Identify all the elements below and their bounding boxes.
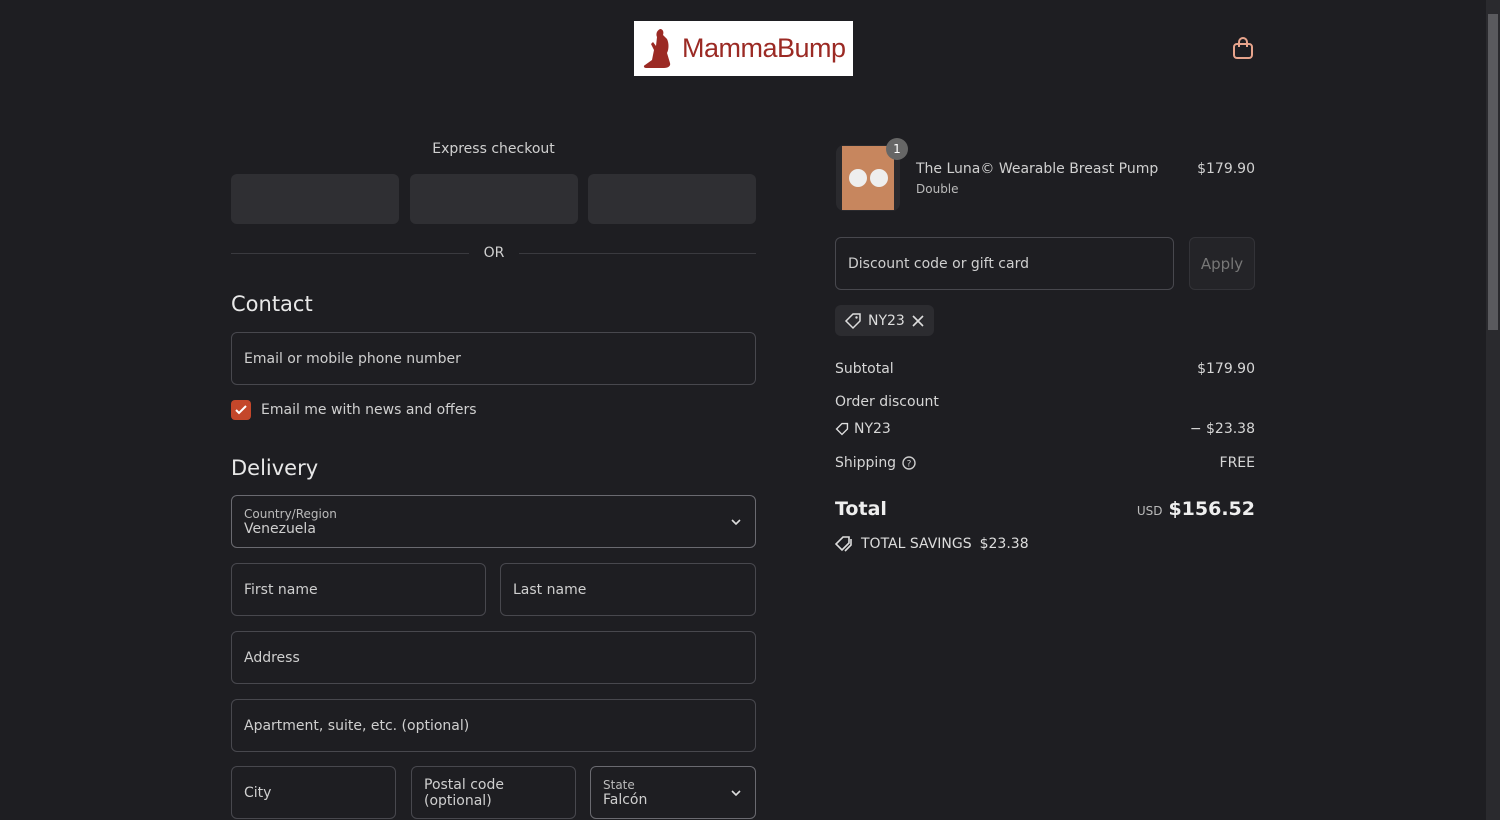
state-select[interactable]: State Falcón (590, 766, 756, 819)
product-image (842, 146, 894, 210)
order-discount-label: Order discount (835, 394, 939, 410)
order-discount-row: Order discount (835, 394, 1255, 410)
country-value: Venezuela (244, 520, 316, 537)
total-row: Total USD $156.52 (835, 498, 1255, 520)
country-label: Country/Region (244, 506, 337, 521)
svg-text:?: ? (907, 460, 912, 470)
express-checkout-title: Express checkout (432, 141, 555, 157)
country-select[interactable]: Country/Region Venezuela (231, 495, 756, 548)
scrollbar-thumb[interactable] (1488, 14, 1498, 330)
mother-silhouette-icon (643, 28, 671, 68)
logo-text: MammaBump (682, 33, 846, 63)
tags-icon (835, 536, 852, 552)
express-pay-button-3[interactable] (588, 174, 756, 224)
discount-row: NY23 − $23.38 (835, 421, 1255, 437)
or-separator: OR (483, 245, 505, 261)
quantity-badge: 1 (886, 138, 908, 160)
total-value: $156.52 (1168, 498, 1255, 520)
product-name: The Luna© Wearable Breast Pump (916, 161, 1159, 177)
newsletter-label: Email me with news and offers (261, 402, 477, 418)
state-value: Falcón (603, 791, 648, 808)
applied-discount-tag: NY23 (835, 305, 934, 336)
discount-amount: − $23.38 (1189, 421, 1255, 437)
savings-value: $23.38 (979, 536, 1029, 552)
email-field[interactable]: Email or mobile phone number (231, 332, 756, 385)
shipping-value: FREE (1219, 455, 1255, 471)
contact-heading: Contact (231, 292, 313, 316)
first-name-field[interactable]: First name (231, 563, 486, 616)
delivery-heading: Delivery (231, 456, 319, 480)
help-icon[interactable]: ? (902, 456, 916, 470)
postal-code-field[interactable]: Postal code (optional) (411, 766, 576, 819)
shipping-row: Shipping? FREE (835, 455, 1255, 471)
subtotal-row: Subtotal $179.90 (835, 361, 1255, 377)
city-field[interactable]: City (231, 766, 396, 819)
applied-code: NY23 (868, 312, 905, 329)
cart-button[interactable] (1232, 36, 1254, 64)
newsletter-checkbox[interactable] (231, 400, 251, 420)
scrollbar[interactable] (1486, 0, 1500, 820)
chevron-down-icon (731, 518, 741, 525)
product-variant: Double (916, 182, 959, 196)
remove-discount-icon[interactable] (911, 314, 925, 328)
shopping-bag-icon (1233, 37, 1253, 59)
discount-code: NY23 (854, 421, 891, 437)
tag-icon (844, 312, 861, 329)
apartment-field[interactable]: Apartment, suite, etc. (optional) (231, 699, 756, 752)
subtotal-value: $179.90 (1197, 361, 1255, 377)
chevron-down-icon (731, 789, 741, 796)
subtotal-label: Subtotal (835, 361, 894, 377)
tag-icon (835, 422, 849, 436)
savings-label: TOTAL SAVINGS (861, 536, 972, 552)
product-price: $179.90 (1197, 161, 1255, 177)
currency: USD (1136, 504, 1163, 518)
express-pay-button-1[interactable] (231, 174, 399, 224)
divider (519, 253, 756, 254)
checkmark-icon (235, 405, 247, 415)
express-pay-button-2[interactable] (410, 174, 578, 224)
logo[interactable]: MammaBump (634, 21, 853, 76)
divider (231, 253, 469, 254)
address-field[interactable]: Address (231, 631, 756, 684)
shipping-label: Shipping (835, 455, 897, 471)
state-label: State (603, 777, 635, 792)
discount-code-input[interactable]: Discount code or gift card (835, 237, 1174, 290)
total-savings: TOTAL SAVINGS $23.38 (835, 535, 1029, 553)
last-name-field[interactable]: Last name (500, 563, 756, 616)
total-label: Total (835, 498, 887, 520)
apply-button[interactable]: Apply (1189, 237, 1255, 290)
